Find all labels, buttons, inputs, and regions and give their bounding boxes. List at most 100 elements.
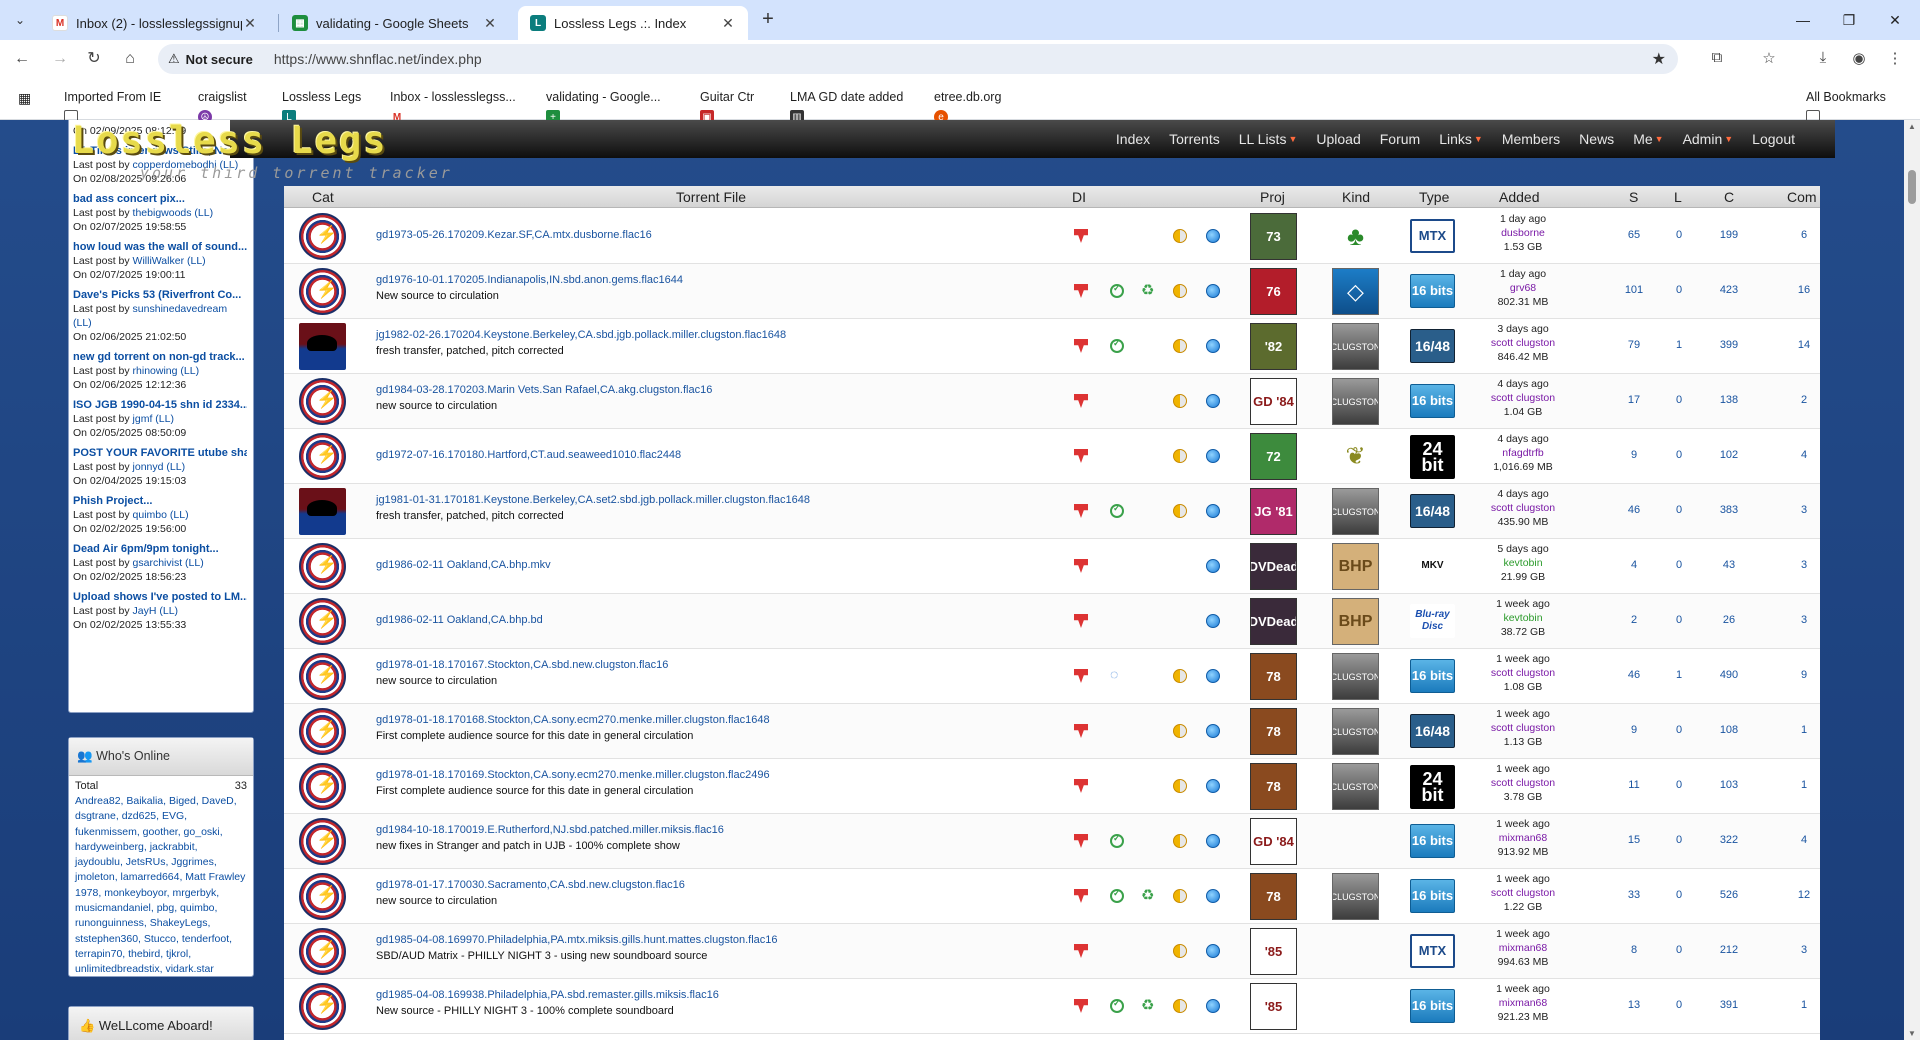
comments-count[interactable]: 1 bbox=[1789, 779, 1819, 791]
download-icon[interactable] bbox=[1074, 229, 1088, 243]
post-author-link[interactable]: JayH (LL) bbox=[133, 605, 179, 617]
download-icon[interactable] bbox=[1074, 614, 1088, 628]
completed-count[interactable]: 322 bbox=[1704, 834, 1754, 846]
comments-count[interactable]: 4 bbox=[1789, 449, 1819, 461]
download-icon[interactable] bbox=[1074, 669, 1088, 683]
nav-ll-lists[interactable]: LL Lists bbox=[1239, 131, 1287, 147]
kind-badge-icon[interactable]: ◇ bbox=[1332, 268, 1379, 315]
profile-avatar-icon[interactable]: ◉ bbox=[1848, 49, 1870, 71]
category-icon[interactable] bbox=[299, 213, 346, 260]
globe-icon[interactable] bbox=[1206, 284, 1220, 298]
col-torrent-file[interactable]: Torrent File bbox=[676, 189, 746, 205]
download-icon[interactable] bbox=[1074, 339, 1088, 353]
scroll-down-icon[interactable]: ▼ bbox=[1904, 1029, 1920, 1038]
downloads-icon[interactable]: ⤓ bbox=[1812, 49, 1834, 71]
completed-count[interactable]: 199 bbox=[1704, 229, 1754, 241]
forward-icon[interactable]: → bbox=[48, 47, 72, 71]
seeders-count[interactable]: 46 bbox=[1614, 504, 1654, 516]
project-badge-icon[interactable]: 72 bbox=[1250, 433, 1297, 480]
category-icon[interactable] bbox=[299, 763, 346, 810]
leechers-count[interactable]: 0 bbox=[1664, 229, 1694, 241]
seeders-count[interactable]: 17 bbox=[1614, 394, 1654, 406]
comments-count[interactable]: 6 bbox=[1789, 229, 1819, 241]
completed-count[interactable]: 399 bbox=[1704, 339, 1754, 351]
col-proj[interactable]: Proj bbox=[1260, 189, 1285, 205]
seeders-count[interactable]: 101 bbox=[1614, 284, 1654, 296]
leechers-count[interactable]: 0 bbox=[1664, 834, 1694, 846]
completed-count[interactable]: 43 bbox=[1704, 559, 1754, 571]
download-icon[interactable] bbox=[1074, 284, 1088, 298]
uploader-link[interactable]: scott clugston bbox=[1468, 886, 1578, 900]
project-badge-icon[interactable]: DVDead bbox=[1250, 543, 1297, 590]
new-tab-button[interactable]: + bbox=[756, 8, 780, 32]
leechers-count[interactable]: 1 bbox=[1664, 339, 1694, 351]
reload-icon[interactable]: ↻ bbox=[82, 47, 106, 71]
nav-me[interactable]: Me bbox=[1633, 131, 1652, 147]
comments-count[interactable]: 3 bbox=[1789, 944, 1819, 956]
bookmark-guitar-ctr[interactable]: ▣ Guitar Ctr bbox=[700, 90, 754, 124]
leechers-count[interactable]: 0 bbox=[1664, 944, 1694, 956]
leechers-count[interactable]: 0 bbox=[1664, 449, 1694, 461]
project-badge-icon[interactable]: '85 bbox=[1250, 983, 1297, 1030]
post-title-link[interactable]: Upload shows I've posted to LM... bbox=[73, 590, 247, 604]
category-icon[interactable] bbox=[299, 873, 346, 920]
category-icon[interactable] bbox=[299, 543, 346, 590]
post-title-link[interactable]: Dave's Picks 53 (Riverfront Co... bbox=[73, 288, 247, 302]
globe-icon[interactable] bbox=[1206, 229, 1220, 243]
tab-lossless-legs[interactable]: L Lossless Legs .:. Index ✕ bbox=[518, 6, 748, 40]
leechers-count[interactable]: 0 bbox=[1664, 614, 1694, 626]
dropdown-caret-icon[interactable]: ▼ bbox=[1474, 134, 1483, 144]
download-icon[interactable] bbox=[1074, 779, 1088, 793]
col-di[interactable]: DI bbox=[1072, 189, 1086, 205]
url-text[interactable]: https://www.shnflac.net/index.php bbox=[274, 51, 482, 67]
torrent-name-link[interactable]: gd1984-10-18.170019.E.Rutherford,NJ.sbd.… bbox=[376, 824, 1016, 836]
kind-badge-icon[interactable]: CLUGSTON bbox=[1332, 708, 1379, 755]
torrent-name-link[interactable]: gd1986-02-11 Oakland,CA.bhp.bd bbox=[376, 614, 1016, 626]
post-author-link[interactable]: quimbo (LL) bbox=[133, 509, 189, 521]
torrent-name-link[interactable]: jg1982-02-26.170204.Keystone.Berkeley,CA… bbox=[376, 329, 1016, 341]
comments-count[interactable]: 4 bbox=[1789, 834, 1819, 846]
completed-count[interactable]: 383 bbox=[1704, 504, 1754, 516]
project-badge-icon[interactable]: GD '84 bbox=[1250, 818, 1297, 865]
online-user-list[interactable]: Andrea82, Baikalia, Biged, DaveD, dsgtra… bbox=[69, 792, 253, 980]
post-title-link[interactable]: new gd torrent on non-gd track... bbox=[73, 350, 247, 364]
leechers-count[interactable]: 0 bbox=[1664, 559, 1694, 571]
download-icon[interactable] bbox=[1074, 559, 1088, 573]
completed-count[interactable]: 138 bbox=[1704, 394, 1754, 406]
uploader-link[interactable]: scott clugston bbox=[1468, 721, 1578, 735]
page-scrollbar[interactable]: ▲ ▼ bbox=[1904, 120, 1920, 1040]
seeders-count[interactable]: 33 bbox=[1614, 889, 1654, 901]
nav-logout[interactable]: Logout bbox=[1752, 131, 1795, 147]
globe-icon[interactable] bbox=[1206, 834, 1220, 848]
minimize-icon[interactable]: — bbox=[1780, 0, 1826, 40]
uploader-link[interactable]: mixman68 bbox=[1468, 941, 1578, 955]
comments-count[interactable]: 9 bbox=[1789, 669, 1819, 681]
post-author-link[interactable]: gsarchivist (LL) bbox=[133, 557, 204, 569]
kind-badge-icon[interactable]: BHP bbox=[1332, 598, 1379, 645]
completed-count[interactable]: 26 bbox=[1704, 614, 1754, 626]
kind-badge-icon[interactable]: CLUGSTON bbox=[1332, 488, 1379, 535]
seeders-count[interactable]: 9 bbox=[1614, 449, 1654, 461]
torrent-name-link[interactable]: gd1978-01-18.170167.Stockton,CA.sbd.new.… bbox=[376, 659, 1016, 671]
category-icon[interactable] bbox=[299, 598, 346, 645]
project-badge-icon[interactable]: 76 bbox=[1250, 268, 1297, 315]
completed-count[interactable]: 212 bbox=[1704, 944, 1754, 956]
nav-torrents[interactable]: Torrents bbox=[1169, 131, 1220, 147]
globe-icon[interactable] bbox=[1206, 394, 1220, 408]
download-icon[interactable] bbox=[1074, 394, 1088, 408]
uploader-link[interactable]: nfagdtrfb bbox=[1468, 446, 1578, 460]
comments-count[interactable]: 2 bbox=[1789, 394, 1819, 406]
completed-count[interactable]: 490 bbox=[1704, 669, 1754, 681]
apps-grid-icon[interactable]: ▦ bbox=[18, 90, 31, 107]
project-badge-icon[interactable]: DVDead bbox=[1250, 598, 1297, 645]
col-com[interactable]: Com bbox=[1787, 189, 1817, 205]
download-icon[interactable] bbox=[1074, 449, 1088, 463]
bookmark-etree[interactable]: e etree.db.org bbox=[934, 90, 1001, 124]
nav-forum[interactable]: Forum bbox=[1380, 131, 1420, 147]
completed-count[interactable]: 103 bbox=[1704, 779, 1754, 791]
col-cat[interactable]: Cat bbox=[312, 189, 334, 205]
globe-icon[interactable] bbox=[1206, 559, 1220, 573]
scroll-up-icon[interactable]: ▲ bbox=[1904, 122, 1920, 131]
download-icon[interactable] bbox=[1074, 504, 1088, 518]
scrollbar-thumb[interactable] bbox=[1908, 170, 1916, 204]
